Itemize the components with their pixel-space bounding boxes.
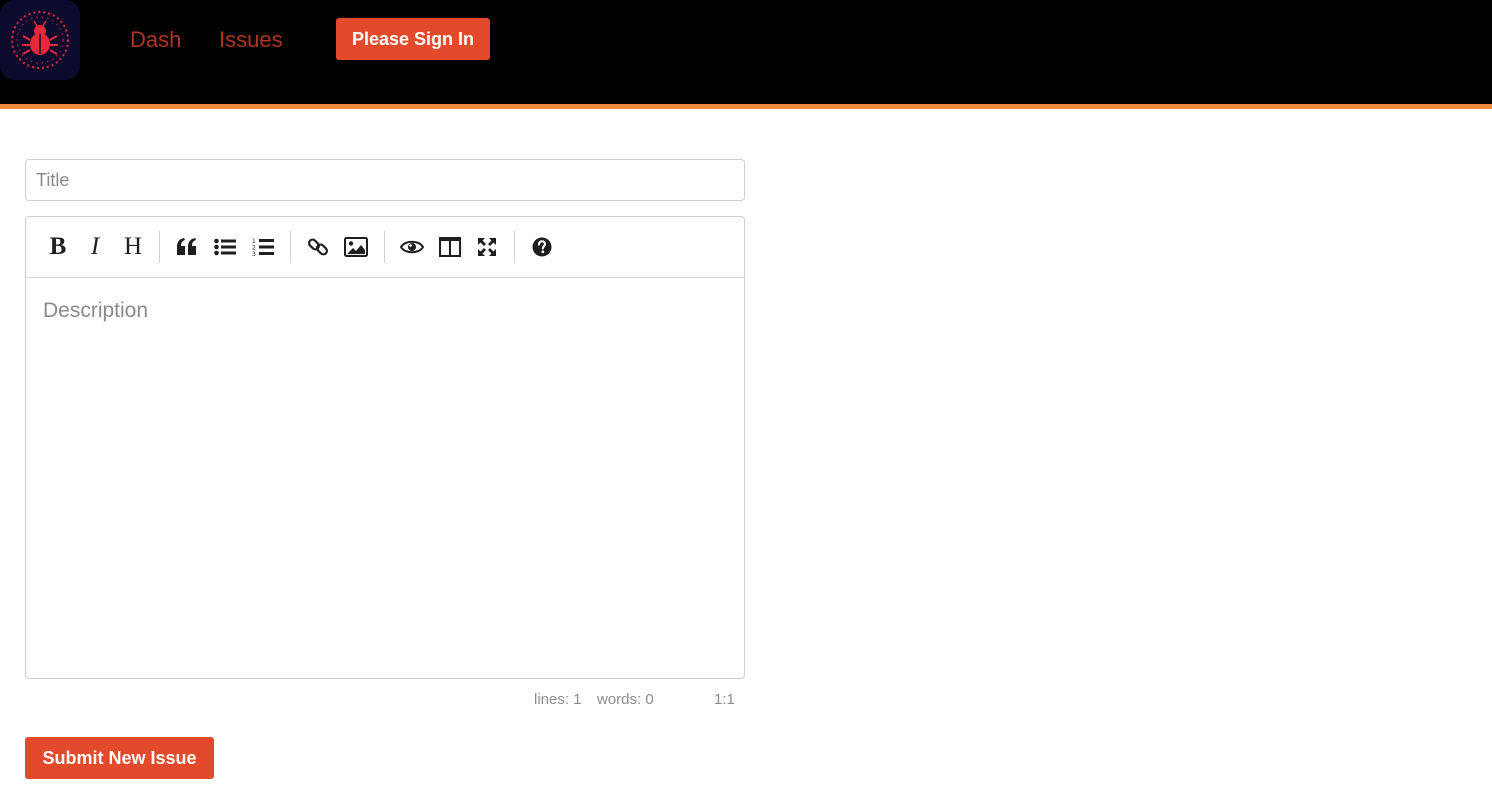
image-button[interactable]	[338, 229, 374, 265]
navbar: Dash Issues Please Sign In	[0, 0, 1492, 109]
preview-button[interactable]	[394, 229, 430, 265]
unordered-list-button[interactable]	[207, 229, 243, 265]
unordered-list-icon	[214, 238, 236, 256]
svg-text:3: 3	[252, 251, 256, 257]
italic-button[interactable]: I	[77, 229, 113, 265]
submit-issue-button[interactable]: Submit New Issue	[25, 737, 214, 779]
fullscreen-icon	[478, 238, 496, 256]
side-by-side-button[interactable]	[432, 229, 468, 265]
bold-icon: B	[49, 233, 67, 260]
link-icon	[307, 238, 329, 256]
toolbar-separator	[290, 231, 291, 263]
description-textarea[interactable]	[26, 279, 744, 678]
guide-button[interactable]	[524, 229, 560, 265]
eye-icon	[400, 240, 424, 254]
italic-icon: I	[90, 233, 100, 260]
status-words: words: 0	[597, 691, 654, 708]
nav-link-dash[interactable]: Dash	[130, 26, 181, 54]
logo[interactable]	[0, 0, 80, 80]
editor-toolbar: B I H 1 2 3	[26, 217, 744, 278]
help-icon	[532, 237, 552, 257]
quote-button[interactable]	[169, 229, 205, 265]
link-button[interactable]	[300, 229, 336, 265]
status-lines: lines: 1	[534, 691, 582, 708]
ordered-list-button[interactable]: 1 2 3	[245, 229, 281, 265]
heading-icon: H	[123, 233, 143, 260]
markdown-editor: B I H 1 2 3 Description	[25, 216, 745, 679]
title-input[interactable]	[25, 159, 745, 201]
bug-icon	[11, 11, 69, 69]
image-icon	[344, 237, 368, 257]
ordered-list-icon: 1 2 3	[252, 238, 274, 257]
nav-link-issues[interactable]: Issues	[219, 26, 283, 54]
heading-button[interactable]: H	[115, 229, 151, 265]
sign-in-button[interactable]: Please Sign In	[336, 18, 490, 60]
fullscreen-button[interactable]	[469, 229, 505, 265]
toolbar-separator	[159, 231, 160, 263]
toolbar-separator	[514, 231, 515, 263]
columns-icon	[439, 237, 461, 257]
status-cursor: 1:1	[714, 691, 735, 708]
bold-button[interactable]: B	[40, 229, 76, 265]
quote-icon	[177, 238, 196, 255]
toolbar-separator	[384, 231, 385, 263]
